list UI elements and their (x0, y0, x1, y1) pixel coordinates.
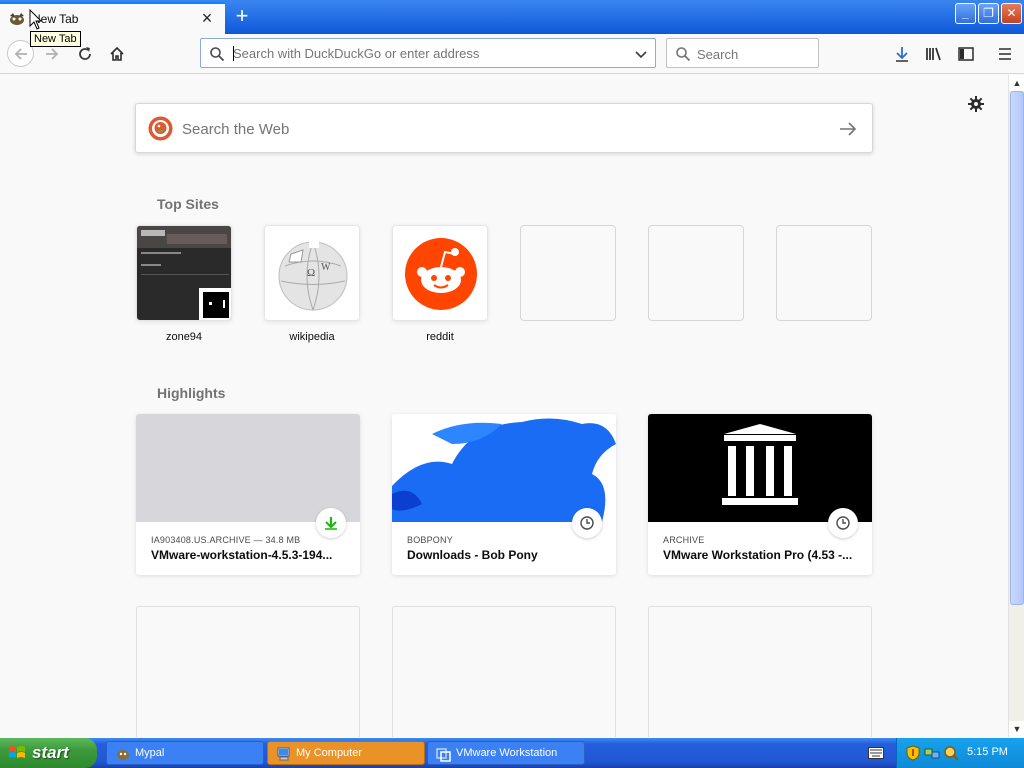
top-site-label: zone94 (165, 331, 203, 343)
top-site-empty-slot (648, 225, 744, 321)
search-bar[interactable] (666, 38, 819, 68)
address-bar[interactable] (200, 38, 656, 68)
mypal-icon (117, 750, 129, 760)
new-tab-button[interactable]: + (230, 5, 254, 29)
navigation-toolbar (0, 34, 1024, 74)
top-sites-heading: Top Sites (157, 196, 219, 212)
keyboard-icon[interactable] (868, 747, 884, 759)
home-button[interactable] (105, 42, 129, 66)
task-label: VMware Workstation (456, 747, 558, 759)
vmware-icon (436, 748, 451, 762)
home-icon (110, 46, 124, 61)
highlight-card[interactable]: IA903408.US.ARCHIVE — 34.8 MB VMware-wor… (136, 414, 360, 575)
highlight-title: VMware Workstation Pro (4.53 -... (663, 548, 853, 562)
top-site-label: reddit (426, 331, 454, 343)
search-input[interactable] (697, 45, 812, 63)
top-site-empty-slot (520, 225, 616, 321)
new-tab-page: Top Sites zone94 Ω W wikipedia (0, 75, 1008, 737)
search-tray-icon[interactable] (943, 745, 959, 761)
highlight-card[interactable]: ARCHIVE VMware Workstation Pro (4.53 -..… (648, 414, 872, 575)
computer-icon (277, 747, 290, 761)
download-icon (896, 47, 908, 62)
tab-strip: New Tab × + _ ❐ ✕ (0, 0, 1024, 34)
reload-icon (79, 47, 91, 60)
mouse-cursor-icon (29, 9, 43, 30)
mypal-favicon-icon (10, 13, 24, 25)
clock-icon (580, 516, 594, 530)
highlight-card[interactable]: BOBPONY Downloads - Bob Pony (392, 414, 616, 575)
vertical-scrollbar[interactable]: ▲ ▼ (1008, 75, 1024, 737)
download-icon (325, 517, 337, 530)
windows-logo-icon (9, 746, 25, 758)
highlight-context: ARCHIVE (663, 535, 705, 545)
library-icon (926, 47, 941, 61)
arrow-left-icon (14, 47, 27, 60)
archive-logo-preview-image (648, 414, 872, 522)
taskbar-item-vmware[interactable]: VMware Workstation (427, 741, 585, 765)
chevron-down-icon[interactable] (633, 46, 649, 62)
close-tab-icon[interactable]: × (198, 9, 216, 28)
taskbar-item-mypal[interactable]: Mypal (106, 741, 264, 765)
web-search-box[interactable] (135, 103, 873, 153)
highlight-context: BOBPONY (407, 535, 453, 545)
gear-icon[interactable] (966, 94, 986, 114)
hamburger-menu-icon (999, 48, 1011, 60)
wikipedia-globe-icon: Ω W (265, 226, 359, 320)
taskbar-clock: 5:15 PM (967, 746, 1008, 758)
library-button[interactable] (922, 42, 946, 66)
download-badge (316, 508, 346, 538)
start-button[interactable]: start (0, 738, 97, 768)
highlight-title: Downloads - Bob Pony (407, 548, 538, 562)
taskbar-item-my-computer[interactable]: My Computer (267, 741, 425, 765)
top-site-label: wikipedia (289, 331, 335, 343)
highlights-heading: Highlights (157, 385, 226, 401)
svg-text:W: W (321, 262, 331, 273)
top-site-empty-slot (776, 225, 872, 321)
arrow-right-icon (46, 48, 59, 60)
security-shield-icon[interactable] (905, 745, 921, 761)
sidebar-button[interactable] (954, 42, 978, 66)
minimize-button[interactable]: _ (955, 3, 976, 24)
highlight-preview (136, 414, 360, 522)
network-icon[interactable] (924, 745, 940, 761)
search-icon (676, 47, 691, 62)
task-label: My Computer (296, 747, 363, 759)
system-tray: 5:15 PM (896, 738, 1024, 768)
search-icon (210, 47, 225, 62)
task-label: Mypal (135, 747, 165, 759)
downloads-button[interactable] (890, 42, 914, 66)
highlight-empty-slot (648, 606, 872, 737)
history-badge (572, 508, 602, 538)
windows-taskbar: start Mypal My Computer VMware Workstati… (0, 738, 1024, 768)
arrow-right-icon[interactable] (838, 119, 858, 139)
top-site-zone94[interactable] (136, 225, 232, 321)
history-badge (828, 508, 858, 538)
reddit-alien-icon (393, 226, 487, 320)
maximize-button[interactable]: ❐ (978, 3, 999, 24)
svg-text:Ω: Ω (307, 267, 315, 279)
text-caret (233, 46, 234, 61)
scroll-down-arrow-icon[interactable]: ▼ (1009, 721, 1024, 737)
address-input[interactable] (233, 43, 628, 63)
top-site-reddit[interactable] (392, 225, 488, 321)
scrollbar-thumb[interactable] (1010, 91, 1024, 605)
highlight-context: IA903408.US.ARCHIVE — 34.8 MB (151, 535, 301, 545)
zone94-screenshot-icon (137, 226, 231, 320)
highlight-title: VMware-workstation-4.5.3-194... (151, 548, 333, 562)
tab-tooltip: New Tab (30, 31, 81, 47)
close-window-button[interactable]: ✕ (1001, 3, 1022, 24)
menu-button[interactable] (993, 42, 1017, 66)
start-label: start (32, 743, 69, 762)
top-site-wikipedia[interactable]: Ω W (264, 225, 360, 321)
scroll-up-arrow-icon[interactable]: ▲ (1009, 75, 1024, 91)
highlight-empty-slot (392, 606, 616, 737)
web-search-input[interactable] (182, 119, 822, 139)
duckduckgo-logo-icon (148, 116, 173, 141)
clock-icon (836, 516, 850, 530)
sidebar-icon (958, 47, 974, 61)
highlight-empty-slot (136, 606, 360, 737)
bobpony-preview-image (392, 414, 616, 522)
